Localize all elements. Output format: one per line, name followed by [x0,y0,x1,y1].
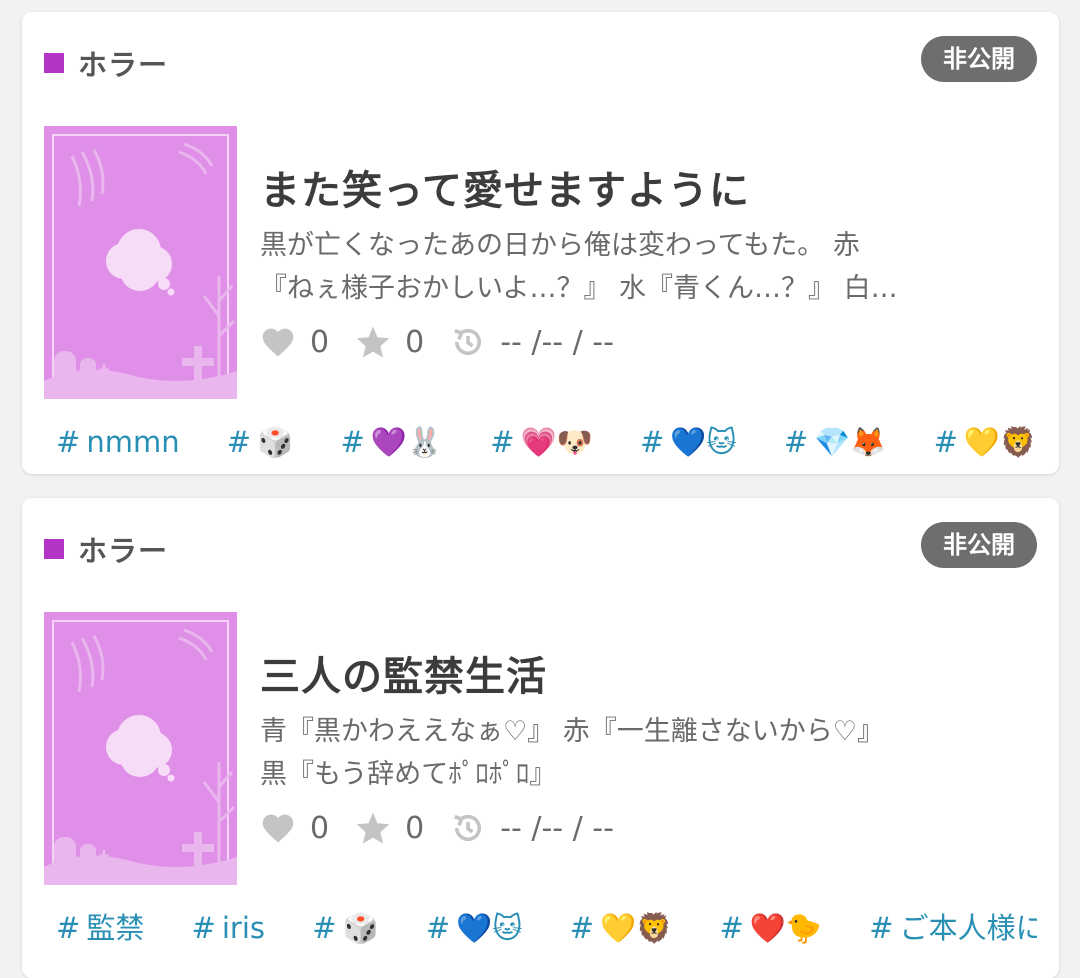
like-count: 0 [260,811,329,846]
description-line: 黒が亡くなったあの日から俺は変わってもた。 赤 [260,230,860,261]
post-title[interactable]: 三人の監禁生活 [260,644,547,702]
history-clock-icon [454,328,482,355]
horror-cover-illustration [44,612,237,885]
star-icon [356,326,390,358]
like-count-value: 0 [310,810,330,846]
tag-link[interactable]: # nmmn [56,417,180,467]
like-count: 0 [260,325,329,360]
tag-link[interactable]: # 💛🦁 [570,903,673,953]
tag-list: #nmmn #🎲 #💜🐰 #💗🐶 #💙🐱 #💎🦊 #💛🦁 #❤️🐤 [44,417,1037,467]
description-line: 青『黒かわええなぁ♡』 赤『一生離さないから♡』 [260,716,884,747]
post-title[interactable]: また笑って愛せますように [260,158,750,216]
genre-label: ホラー [78,534,169,568]
genre-tag[interactable]: ホラー [44,528,168,570]
description-line: 『ねぇ様子おかしいよ…？』 水『青くん…？』 白… [260,273,898,304]
star-count-value: 0 [405,324,425,360]
heart-icon [262,814,294,843]
genre-color-marker [44,53,64,73]
history-clock-icon [454,814,482,841]
post-description: 青『黒かわええなぁ♡』 赤『一生離さないから♡』 黒『もう辞めてﾎﾟﾛﾎﾟﾛ』 [260,710,1040,796]
cover-image[interactable] [44,612,237,885]
post-description: 黒が亡くなったあの日から俺は変わってもた。 赤 『ねぇ様子おかしいよ…？』 水『… [260,224,1040,310]
updated-date-value: -- /-- / -- [500,810,614,846]
tag-link[interactable]: #ご本人様には関係ありません [869,903,1037,953]
private-badge: 非公開 [921,522,1037,568]
tag-link[interactable]: # 💛🦁 [934,417,1037,467]
updated-date: -- /-- / -- [450,324,614,360]
post-card[interactable]: ホラー 非公開 三人の監禁生活 青『黒かわええなぁ♡』 赤『一生離さないから♡』… [22,498,1059,978]
star-count: 0 [355,325,424,360]
genre-color-marker [44,539,64,559]
post-stats: 0 0 -- /-- / -- [260,324,640,360]
tag-link[interactable]: # ❤️🐤 [720,903,823,953]
post-card[interactable]: ホラー 非公開 また笑って愛せますように 黒が亡くなったあの日から俺は変わっても… [22,12,1059,474]
description-line: 黒『もう辞めてﾎﾟﾛﾎﾟﾛ』 [260,759,557,790]
tag-link[interactable]: # iris [192,903,265,953]
tag-link[interactable]: # 🎲 [312,903,378,953]
tag-link[interactable]: # 監禁 [56,903,144,953]
star-icon [356,812,390,844]
post-stats: 0 0 -- /-- / -- [260,810,640,846]
tag-link[interactable]: # 💎🦊 [784,417,887,467]
star-count-value: 0 [405,810,425,846]
star-count: 0 [355,811,424,846]
like-count-value: 0 [310,324,330,360]
horror-cover-illustration [44,126,237,399]
private-badge: 非公開 [921,36,1037,82]
tag-link[interactable]: # 💗🐶 [490,417,593,467]
tag-link[interactable]: # 💙🐱 [640,417,737,467]
cover-image[interactable] [44,126,237,399]
updated-date-value: -- /-- / -- [500,324,614,360]
tag-link[interactable]: # 💙🐱 [426,903,523,953]
tag-link[interactable]: # 🎲 [227,417,293,467]
genre-label: ホラー [78,48,169,82]
tag-link[interactable]: # 💜🐰 [340,417,443,467]
tag-list: #監禁 #iris #🎲 #💙🐱 #💛🦁 #❤️🐤 #ご本人様には関係ありません [44,903,1037,953]
genre-tag[interactable]: ホラー [44,42,168,84]
updated-date: -- /-- / -- [450,810,614,846]
heart-icon [262,328,294,357]
